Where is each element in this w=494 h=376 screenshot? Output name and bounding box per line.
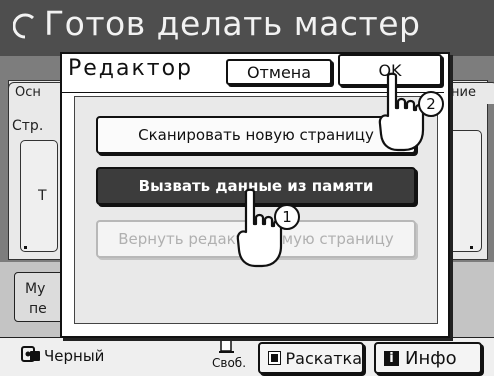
scan-new-page-label: Сканировать новую страницу — [138, 126, 374, 144]
device-screen: Готов делать мастер Осн ние Стр. Т Му пе… — [0, 0, 494, 376]
cancel-label: Отмена — [246, 62, 312, 82]
cancel-button[interactable]: Отмена — [226, 59, 332, 85]
info-icon: i — [384, 350, 399, 366]
circle-outline-icon — [13, 13, 35, 39]
free-label: Своб. — [212, 356, 247, 370]
tab-settings[interactable]: ние — [444, 82, 494, 104]
page-slot-right[interactable] — [446, 130, 482, 252]
info-button[interactable]: i Инфо — [374, 342, 482, 374]
page-slot-label: Т — [38, 188, 47, 204]
multi-page-label-2: пе — [29, 301, 47, 317]
ink-color-label: Черный — [44, 347, 105, 365]
pointing-hand-icon — [378, 72, 425, 152]
ink-drum-icon — [21, 346, 40, 362]
page-label: Стр. — [12, 118, 44, 134]
tab-basic[interactable]: Осн — [8, 82, 66, 104]
raskatka-button[interactable]: Раскатка — [258, 342, 364, 374]
raskatka-icon — [268, 351, 282, 365]
raskatka-label: Раскатка — [285, 348, 362, 368]
step-2-marker: 2 — [418, 91, 444, 117]
step-1-marker: 1 — [274, 204, 300, 230]
paper-icon — [219, 339, 234, 353]
pointing-hand-icon — [236, 188, 283, 268]
scan-new-page-button[interactable]: Сканировать новую страницу — [96, 116, 416, 154]
multi-page-button[interactable]: Му пе — [14, 272, 66, 322]
multi-page-label-1: Му — [25, 281, 46, 297]
info-label: Инфо — [405, 347, 457, 369]
dialog-title: Редактор — [68, 56, 194, 81]
screen-title: Готов делать мастер — [44, 4, 421, 43]
